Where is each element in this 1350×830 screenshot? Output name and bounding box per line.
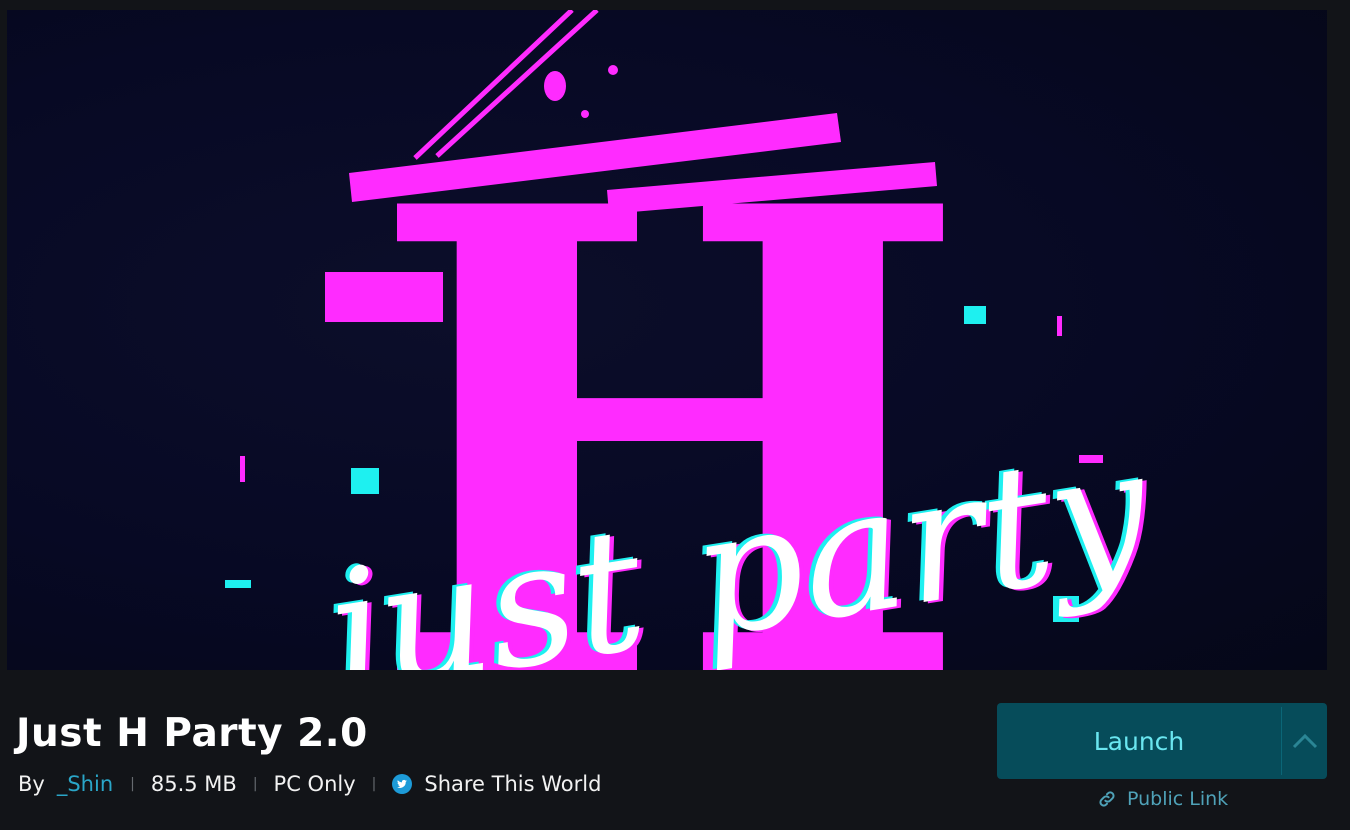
chevron-up-icon[interactable]: [1282, 703, 1327, 779]
by-label: By: [18, 772, 45, 796]
twitter-bird-icon[interactable]: [392, 774, 413, 794]
world-meta: By _Shin | 85.5 MB | PC Only | Share Thi…: [18, 770, 601, 798]
public-link-label: Public Link: [1127, 788, 1229, 810]
platform-label: PC Only: [273, 772, 356, 796]
author-link[interactable]: _Shin: [57, 772, 113, 796]
meta-divider: |: [130, 776, 135, 792]
file-size: 85.5 MB: [150, 772, 237, 796]
launch-button[interactable]: Launch: [997, 703, 1281, 779]
chain-link-icon: [1097, 789, 1117, 809]
world-thumbnail: H just party just party just party: [7, 10, 1327, 670]
meta-divider: |: [252, 776, 258, 792]
meta-divider: |: [371, 776, 377, 792]
share-world-link[interactable]: Share This World: [424, 772, 601, 796]
public-link[interactable]: Public Link: [1097, 786, 1228, 812]
world-title: Just H Party 2.0: [16, 711, 368, 756]
launch-button-group: Launch: [997, 703, 1327, 779]
world-logo-art: H just party just party just party: [225, 10, 1167, 670]
